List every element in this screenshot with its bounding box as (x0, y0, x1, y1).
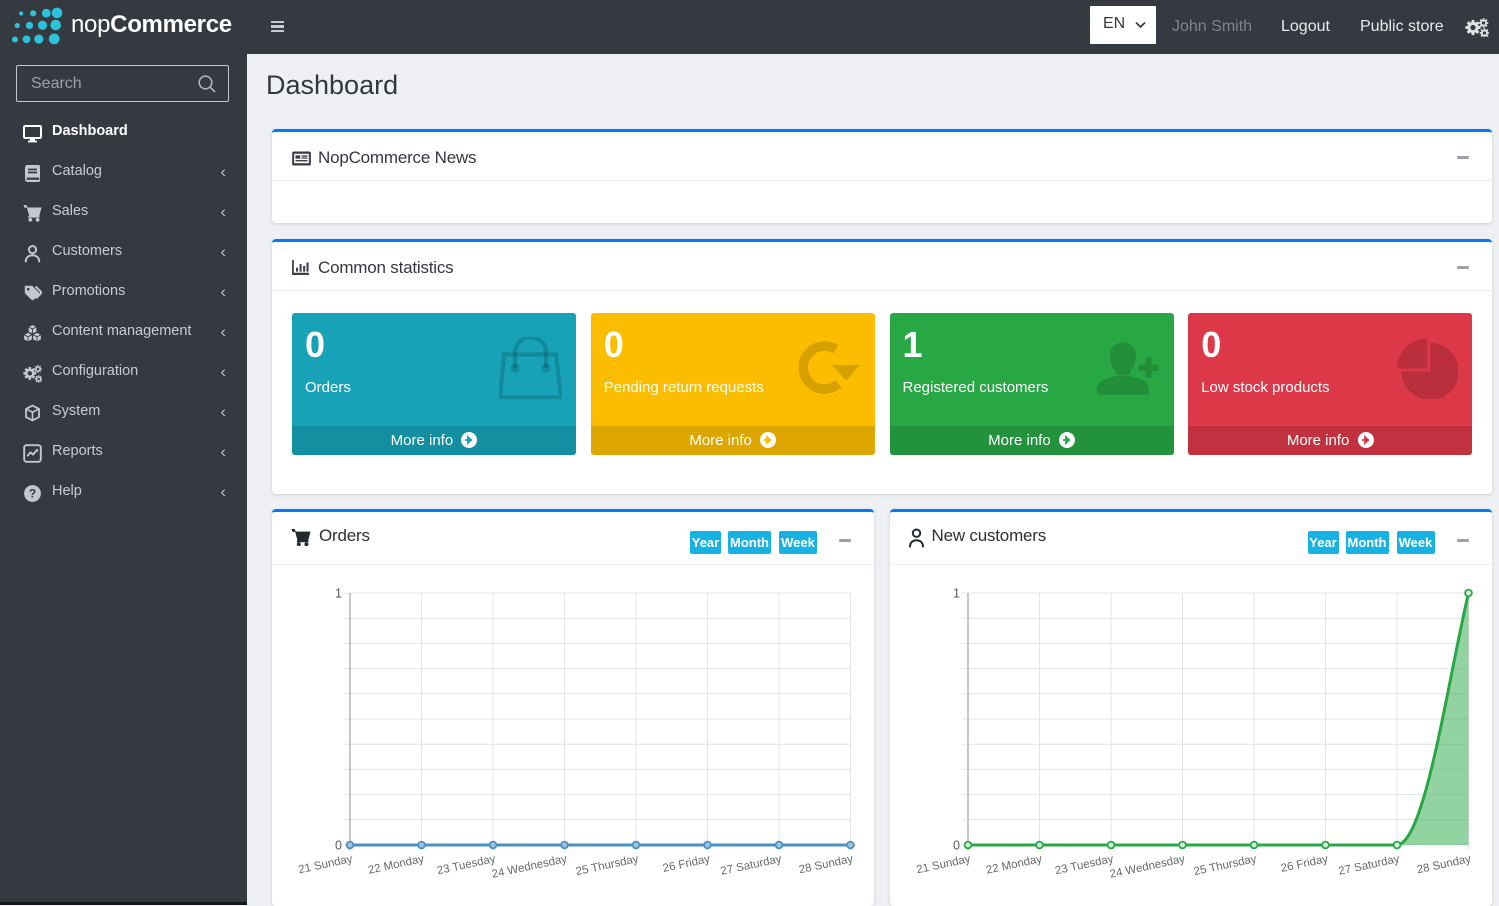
svg-text:23 Tuesday: 23 Tuesday (1053, 853, 1114, 877)
svg-text:26 Friday: 26 Friday (662, 853, 712, 875)
svg-text:24 Wednesday: 24 Wednesday (1108, 853, 1186, 881)
svg-text:0: 0 (335, 839, 342, 853)
svg-text:27 Saturday: 27 Saturday (719, 853, 782, 878)
svg-text:27 Saturday: 27 Saturday (1337, 853, 1400, 878)
svg-text:21 Sunday: 21 Sunday (297, 853, 354, 876)
svg-text:21 Sunday: 21 Sunday (915, 853, 972, 876)
svg-text:22 Monday: 22 Monday (984, 853, 1042, 877)
svg-text:25 Thursday: 25 Thursday (1192, 853, 1257, 878)
svg-text:23 Tuesday: 23 Tuesday (436, 853, 497, 877)
svg-text:26 Friday: 26 Friday (1279, 853, 1329, 875)
svg-text:1: 1 (335, 587, 342, 601)
svg-text:28 Sunday: 28 Sunday (1415, 853, 1472, 876)
svg-text:1: 1 (953, 587, 960, 601)
svg-text:?: ? (29, 487, 36, 501)
svg-text:28 Sunday: 28 Sunday (798, 853, 855, 876)
svg-text:22 Monday: 22 Monday (367, 853, 425, 877)
svg-text:0: 0 (953, 839, 960, 853)
svg-text:25 Thursday: 25 Thursday (575, 853, 640, 878)
svg-text:24 Wednesday: 24 Wednesday (491, 853, 569, 881)
